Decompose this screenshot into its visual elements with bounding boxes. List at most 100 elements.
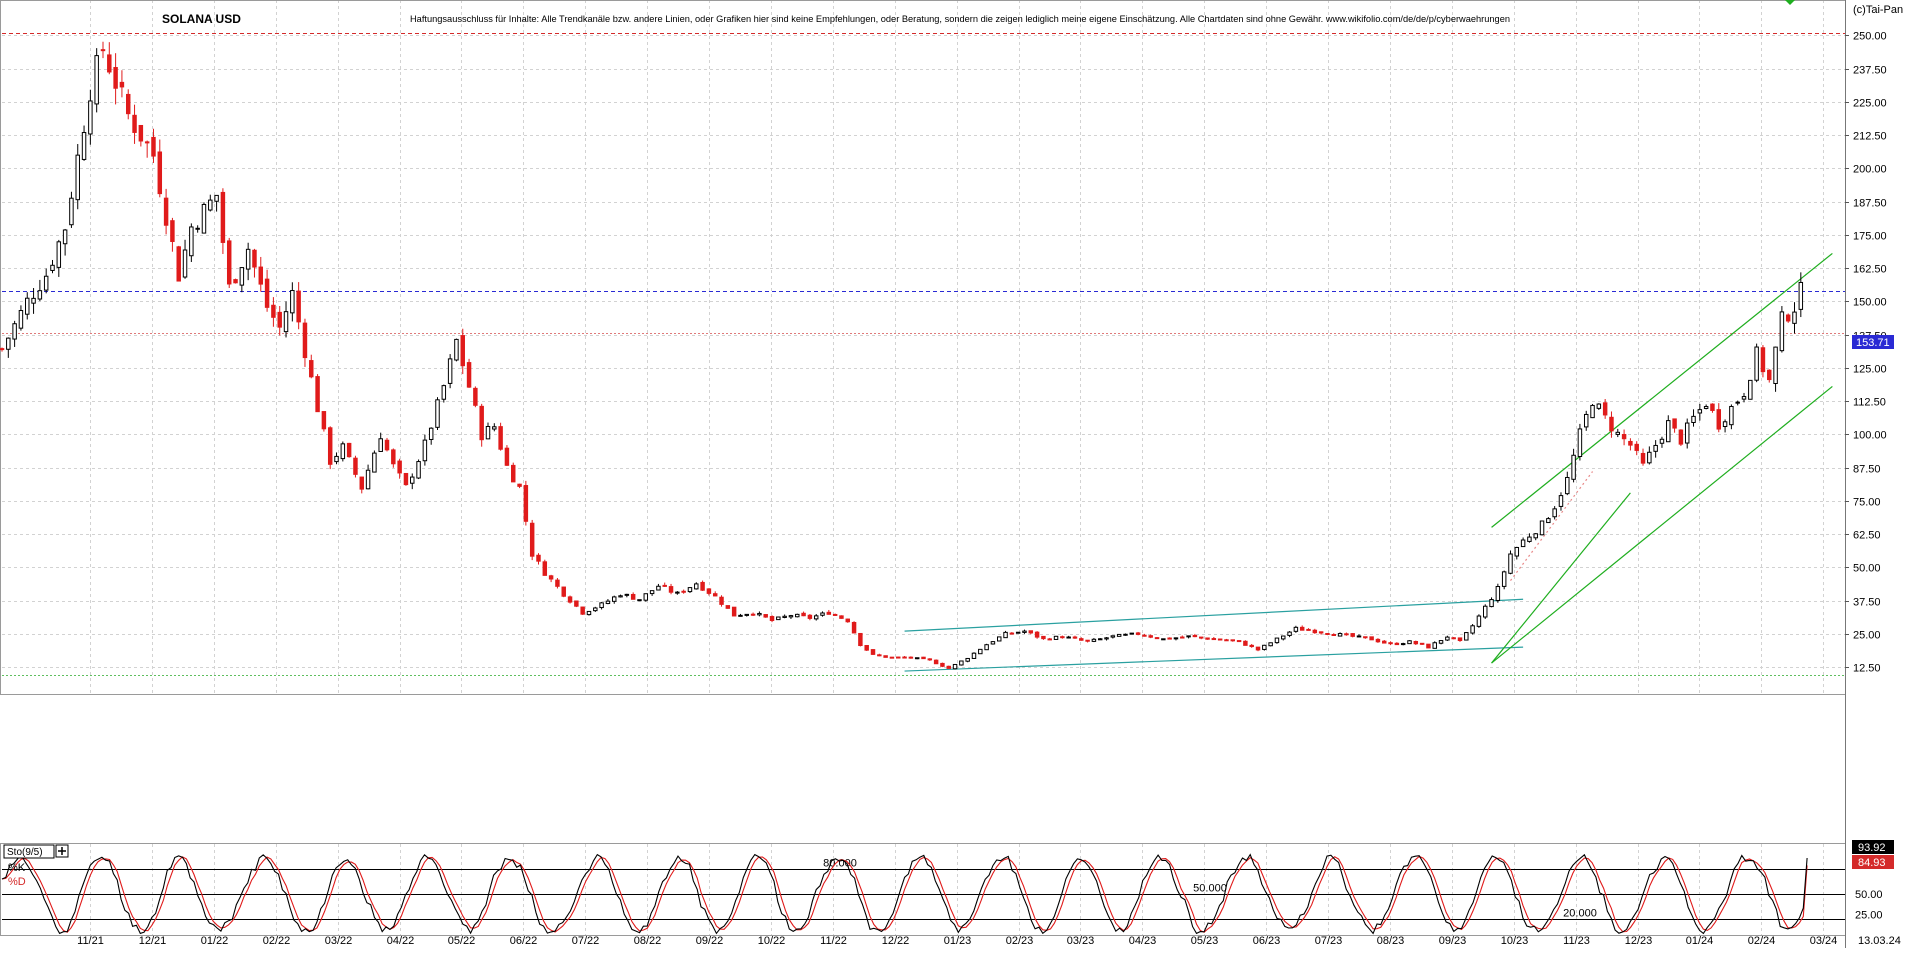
x-tick-label: 04/23 <box>1129 935 1157 947</box>
candle-body <box>851 621 857 634</box>
candle-body <box>302 322 308 359</box>
candle-body <box>473 387 478 406</box>
candle-body <box>1003 631 1008 639</box>
candle-body <box>1249 644 1254 648</box>
candle-body <box>1110 635 1116 638</box>
candle-body <box>1060 636 1065 639</box>
candle-body <box>984 644 989 651</box>
x-tick-label: 09/23 <box>1439 935 1467 947</box>
candle-body <box>1659 438 1665 444</box>
candle-body <box>1666 420 1671 443</box>
reference-levels <box>2 33 1845 676</box>
candle-body <box>731 606 737 617</box>
candle-body <box>561 586 566 597</box>
x-tick-label: 02/22 <box>263 935 291 947</box>
candle-body <box>933 659 939 665</box>
candle-body <box>56 241 62 268</box>
candle-body <box>542 561 548 576</box>
candle-body <box>1217 638 1223 641</box>
candle-body <box>43 275 49 291</box>
y-tick-label: 125.00 <box>1853 364 1887 376</box>
plus-icon[interactable] <box>55 844 69 858</box>
candle-body <box>1318 631 1324 634</box>
candle-body <box>763 614 768 618</box>
candle-body <box>50 264 55 271</box>
candle-body <box>1703 406 1709 409</box>
x-tick-label: 06/22 <box>510 935 538 947</box>
candle-body <box>586 610 592 616</box>
candle-body <box>536 554 541 562</box>
candle-body <box>694 583 699 590</box>
candle-body <box>1400 643 1406 646</box>
candle-body <box>1438 640 1444 644</box>
stoch-k-label: %K <box>8 862 26 874</box>
candle-body <box>1281 635 1286 640</box>
candle-body <box>1760 347 1766 373</box>
grid <box>2 0 1845 935</box>
candle-body <box>1476 615 1482 627</box>
x-tick-label: 08/22 <box>634 935 662 947</box>
candle-body <box>801 612 806 617</box>
candle-body <box>1192 634 1198 638</box>
x-tick-label: 12/21 <box>139 935 167 947</box>
candle-body <box>624 593 630 596</box>
candle-body <box>864 645 869 651</box>
candle-body <box>81 132 87 160</box>
candle-body <box>1779 311 1785 352</box>
x-tick-label: 12/23 <box>1625 935 1653 947</box>
candle-body <box>359 476 364 490</box>
x-tick-label: 07/22 <box>572 935 600 947</box>
candle-body <box>511 464 516 483</box>
stoch-indicator-label: Sto(9/5) <box>7 847 43 858</box>
candle-body <box>959 660 964 666</box>
candle-body <box>132 114 137 133</box>
candle-body <box>1558 495 1564 507</box>
candle-body <box>315 376 320 413</box>
candle-body <box>113 67 118 89</box>
candle-body <box>725 605 731 609</box>
y-tick-label: 112.50 <box>1853 397 1886 409</box>
candle-body <box>498 426 503 450</box>
x-tick-label: 03/22 <box>325 935 353 947</box>
candle-body <box>1621 433 1627 440</box>
candle-body <box>1186 635 1191 638</box>
candle-body <box>700 581 705 591</box>
candle-body <box>971 652 977 659</box>
candle-body <box>1445 636 1450 641</box>
y-tick-label: 212.50 <box>1853 131 1887 143</box>
x-tick-label: 03/24 <box>1810 935 1838 947</box>
candle-body <box>189 226 194 257</box>
candle-body <box>1382 640 1387 644</box>
candle-body <box>1489 599 1494 608</box>
y-tick-label: 150.00 <box>1853 297 1887 309</box>
chart-root: 80.000 50.000 20.000 50.00 25.00 250.00 237.5… <box>0 0 1916 948</box>
candle-body <box>1640 452 1646 464</box>
candle-body <box>788 615 794 618</box>
candle-body <box>1413 641 1419 645</box>
last-price-label: 153.71 <box>1856 337 1890 349</box>
candle-body <box>201 203 207 234</box>
candle-body <box>1009 632 1015 635</box>
candle-body <box>858 632 863 647</box>
candle-body <box>327 427 333 465</box>
candle-body <box>1464 632 1469 641</box>
x-tick-label: 12/22 <box>882 935 910 947</box>
candle-body <box>1312 629 1318 634</box>
stoch-d-value: 84.93 <box>1858 857 1886 869</box>
candle-body <box>403 472 409 486</box>
y-tick-label: 62.50 <box>1853 530 1881 542</box>
candle-body <box>0 348 5 351</box>
candle-body <box>1716 409 1722 430</box>
candle-body <box>492 426 497 430</box>
candle-body <box>119 81 125 88</box>
y-tick-label: 12.50 <box>1853 663 1881 675</box>
candle-body <box>769 616 775 621</box>
candle-body <box>1230 639 1236 642</box>
candle-body <box>290 290 295 314</box>
candle-body <box>245 248 251 270</box>
x-tick-label: 04/22 <box>387 935 415 947</box>
candle-body <box>567 596 573 603</box>
candle-body <box>252 249 257 268</box>
candle-body <box>214 194 219 202</box>
candle-body <box>750 613 756 616</box>
